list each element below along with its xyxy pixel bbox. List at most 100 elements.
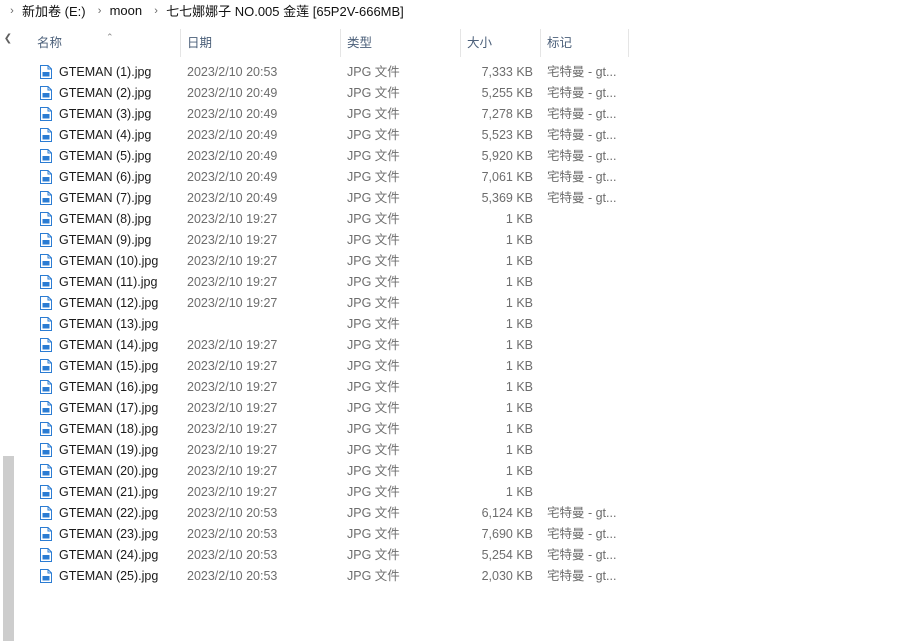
file-name: GTEMAN (19).jpg [59, 443, 159, 457]
file-type: JPG 文件 [347, 254, 400, 268]
file-type: JPG 文件 [347, 170, 400, 184]
file-row[interactable]: GTEMAN (4).jpg 2023/2/10 20:49 JPG 文件 5,… [36, 125, 636, 146]
file-row[interactable]: GTEMAN (3).jpg 2023/2/10 20:49 JPG 文件 7,… [36, 104, 636, 125]
file-date: 2023/2/10 19:27 [187, 401, 278, 415]
file-name: GTEMAN (5).jpg [59, 149, 152, 163]
column-header-date[interactable]: 日期 [180, 29, 340, 57]
file-size: 1 KB [505, 464, 533, 478]
file-date: 2023/2/10 20:53 [187, 569, 278, 583]
file-size: 1 KB [505, 443, 533, 457]
file-size: 1 KB [505, 338, 533, 352]
file-row[interactable]: GTEMAN (11).jpg 2023/2/10 19:27 JPG 文件 1… [36, 272, 636, 293]
file-size: 1 KB [505, 422, 533, 436]
file-size: 1 KB [505, 317, 533, 331]
file-name: GTEMAN (11).jpg [59, 275, 158, 289]
chevron-up-icon[interactable]: ❮ [1, 31, 15, 45]
jpg-file-icon [40, 569, 52, 590]
file-type: JPG 文件 [347, 317, 400, 331]
file-size: 7,278 KB [481, 107, 533, 121]
file-date: 2023/2/10 19:27 [187, 233, 278, 247]
file-row[interactable]: GTEMAN (13).jpg JPG 文件 1 KB [36, 314, 636, 335]
file-row[interactable]: GTEMAN (24).jpg 2023/2/10 20:53 JPG 文件 5… [36, 545, 636, 566]
file-tag: 宅特曼 - gt... [547, 86, 617, 100]
column-header-tag-label: 标记 [547, 36, 573, 50]
breadcrumb-item-folder[interactable]: moon [108, 3, 149, 18]
file-row[interactable]: GTEMAN (21).jpg 2023/2/10 19:27 JPG 文件 1… [36, 482, 636, 503]
breadcrumb-item-current[interactable]: 七七娜娜子 NO.005 金莲 [65P2V-666MB] [164, 1, 410, 20]
file-type: JPG 文件 [347, 212, 400, 226]
chevron-right-icon[interactable]: › [4, 5, 20, 17]
file-date: 2023/2/10 19:27 [187, 338, 278, 352]
file-tag: 宅特曼 - gt... [547, 191, 617, 205]
file-tag: 宅特曼 - gt... [547, 65, 617, 79]
scrollbar-thumb[interactable] [3, 456, 14, 641]
column-header-size-label: 大小 [467, 36, 493, 50]
file-name: GTEMAN (8).jpg [59, 212, 152, 226]
file-row[interactable]: GTEMAN (1).jpg 2023/2/10 20:53 JPG 文件 7,… [36, 62, 636, 83]
file-row[interactable]: GTEMAN (5).jpg 2023/2/10 20:49 JPG 文件 5,… [36, 146, 636, 167]
breadcrumb-item-drive[interactable]: 新加卷 (E:) [20, 1, 92, 20]
file-tag: 宅特曼 - gt... [547, 548, 617, 562]
file-name: GTEMAN (13).jpg [59, 317, 159, 331]
file-name: GTEMAN (10).jpg [59, 254, 159, 268]
file-size: 7,690 KB [481, 527, 533, 541]
column-header-type[interactable]: 类型 [340, 29, 460, 57]
vertical-scrollbar[interactable] [0, 47, 17, 641]
chevron-right-icon[interactable]: › [148, 5, 164, 17]
file-date: 2023/2/10 20:49 [187, 149, 278, 163]
file-tag: 宅特曼 - gt... [547, 170, 617, 184]
column-header-name[interactable]: 名称 ⌃ [30, 29, 180, 57]
file-date: 2023/2/10 19:27 [187, 422, 278, 436]
file-date: 2023/2/10 20:49 [187, 170, 278, 184]
file-size: 7,333 KB [481, 65, 533, 79]
file-date: 2023/2/10 19:27 [187, 275, 278, 289]
file-name: GTEMAN (2).jpg [59, 86, 152, 100]
file-date: 2023/2/10 19:27 [187, 380, 278, 394]
file-type: JPG 文件 [347, 527, 400, 541]
file-name: GTEMAN (24).jpg [59, 548, 159, 562]
file-row[interactable]: GTEMAN (25).jpg 2023/2/10 20:53 JPG 文件 2… [36, 566, 636, 587]
file-size: 1 KB [505, 254, 533, 268]
file-type: JPG 文件 [347, 548, 400, 562]
file-row[interactable]: GTEMAN (2).jpg 2023/2/10 20:49 JPG 文件 5,… [36, 83, 636, 104]
file-row[interactable]: GTEMAN (19).jpg 2023/2/10 19:27 JPG 文件 1… [36, 440, 636, 461]
file-row[interactable]: GTEMAN (8).jpg 2023/2/10 19:27 JPG 文件 1 … [36, 209, 636, 230]
column-header-row: 名称 ⌃ 日期 类型 大小 标记 [30, 29, 630, 57]
file-size: 1 KB [505, 485, 533, 499]
file-date: 2023/2/10 20:49 [187, 191, 278, 205]
column-header-size[interactable]: 大小 [460, 29, 540, 57]
file-row[interactable]: GTEMAN (16).jpg 2023/2/10 19:27 JPG 文件 1… [36, 377, 636, 398]
file-type: JPG 文件 [347, 86, 400, 100]
file-row[interactable]: GTEMAN (18).jpg 2023/2/10 19:27 JPG 文件 1… [36, 419, 636, 440]
file-name: GTEMAN (25).jpg [59, 569, 159, 583]
file-row[interactable]: GTEMAN (15).jpg 2023/2/10 19:27 JPG 文件 1… [36, 356, 636, 377]
file-date: 2023/2/10 20:53 [187, 548, 278, 562]
file-tag: 宅特曼 - gt... [547, 506, 617, 520]
file-size: 5,254 KB [481, 548, 533, 562]
file-size: 5,523 KB [481, 128, 533, 142]
breadcrumb: › 新加卷 (E:) › moon › 七七娜娜子 NO.005 金莲 [65P… [0, 0, 897, 21]
file-date: 2023/2/10 20:53 [187, 527, 278, 541]
file-size: 5,920 KB [481, 149, 533, 163]
file-row[interactable]: GTEMAN (14).jpg 2023/2/10 19:27 JPG 文件 1… [36, 335, 636, 356]
file-row[interactable]: GTEMAN (7).jpg 2023/2/10 20:49 JPG 文件 5,… [36, 188, 636, 209]
file-row[interactable]: GTEMAN (10).jpg 2023/2/10 19:27 JPG 文件 1… [36, 251, 636, 272]
column-divider[interactable] [628, 29, 629, 57]
file-row[interactable]: GTEMAN (17).jpg 2023/2/10 19:27 JPG 文件 1… [36, 398, 636, 419]
file-type: JPG 文件 [347, 569, 400, 583]
file-date: 2023/2/10 19:27 [187, 212, 278, 226]
file-row[interactable]: GTEMAN (22).jpg 2023/2/10 20:53 JPG 文件 6… [36, 503, 636, 524]
file-row[interactable]: GTEMAN (6).jpg 2023/2/10 20:49 JPG 文件 7,… [36, 167, 636, 188]
file-row[interactable]: GTEMAN (12).jpg 2023/2/10 19:27 JPG 文件 1… [36, 293, 636, 314]
file-type: JPG 文件 [347, 422, 400, 436]
file-date: 2023/2/10 20:53 [187, 65, 278, 79]
file-size: 5,369 KB [481, 191, 533, 205]
column-header-type-label: 类型 [347, 36, 373, 50]
file-size: 1 KB [505, 233, 533, 247]
file-row[interactable]: GTEMAN (23).jpg 2023/2/10 20:53 JPG 文件 7… [36, 524, 636, 545]
file-row[interactable]: GTEMAN (20).jpg 2023/2/10 19:27 JPG 文件 1… [36, 461, 636, 482]
file-row[interactable]: GTEMAN (9).jpg 2023/2/10 19:27 JPG 文件 1 … [36, 230, 636, 251]
column-header-tag[interactable]: 标记 [540, 29, 628, 57]
file-name: GTEMAN (1).jpg [59, 65, 152, 79]
chevron-right-icon[interactable]: › [92, 5, 108, 17]
